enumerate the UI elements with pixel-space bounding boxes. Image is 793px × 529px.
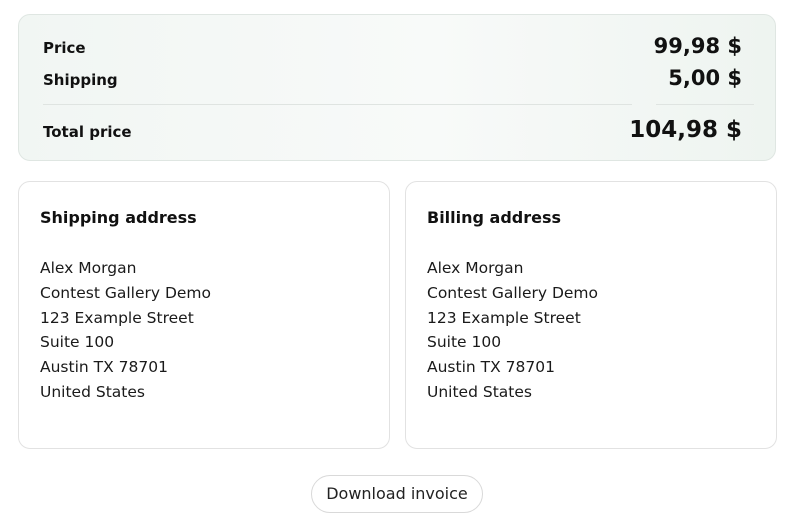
shipping-label: Shipping (43, 71, 118, 89)
address-line: Suite 100 (40, 333, 115, 352)
address-line: Alex Morgan (427, 259, 524, 277)
shipping-address-card: Shipping address Alex Morgan Contest Gal… (18, 181, 390, 449)
price-label: Price (43, 39, 86, 57)
shipping-address-title: Shipping address (40, 208, 197, 227)
billing-address-title: Billing address (427, 208, 562, 227)
download-invoice-button[interactable]: Download invoice (311, 475, 483, 513)
address-line: Austin TX 78701 (40, 358, 168, 377)
address-line: Suite 100 (427, 333, 502, 352)
price-value: 99,98 $ (653, 34, 742, 58)
address-line: Contest Gallery Demo (40, 283, 212, 302)
address-line: 123 Example Street (427, 308, 581, 327)
price-summary-panel: Price 99,98 $ Shipping 5,00 $ Total pric… (18, 14, 776, 161)
address-line: Austin TX 78701 (427, 358, 555, 377)
order-summary-page: Price 99,98 $ Shipping 5,00 $ Total pric… (0, 0, 793, 529)
billing-address-card: Billing address Alex Morgan Contest Gall… (405, 181, 777, 449)
total-price-value: 104,98 $ (629, 117, 742, 143)
total-price-label: Total price (43, 123, 132, 141)
summary-divider (43, 104, 632, 105)
billing-address-lines: Alex Morgan Contest Gallery Demo 123 Exa… (427, 256, 598, 405)
summary-amount-divider (656, 104, 754, 105)
shipping-value: 5,00 $ (668, 66, 742, 90)
address-line: United States (427, 382, 532, 401)
address-line: 123 Example Street (40, 308, 194, 327)
address-line: Alex Morgan (40, 259, 137, 277)
shipping-address-lines: Alex Morgan Contest Gallery Demo 123 Exa… (40, 256, 211, 405)
address-line: United States (40, 382, 145, 401)
address-line: Contest Gallery Demo (427, 283, 599, 302)
